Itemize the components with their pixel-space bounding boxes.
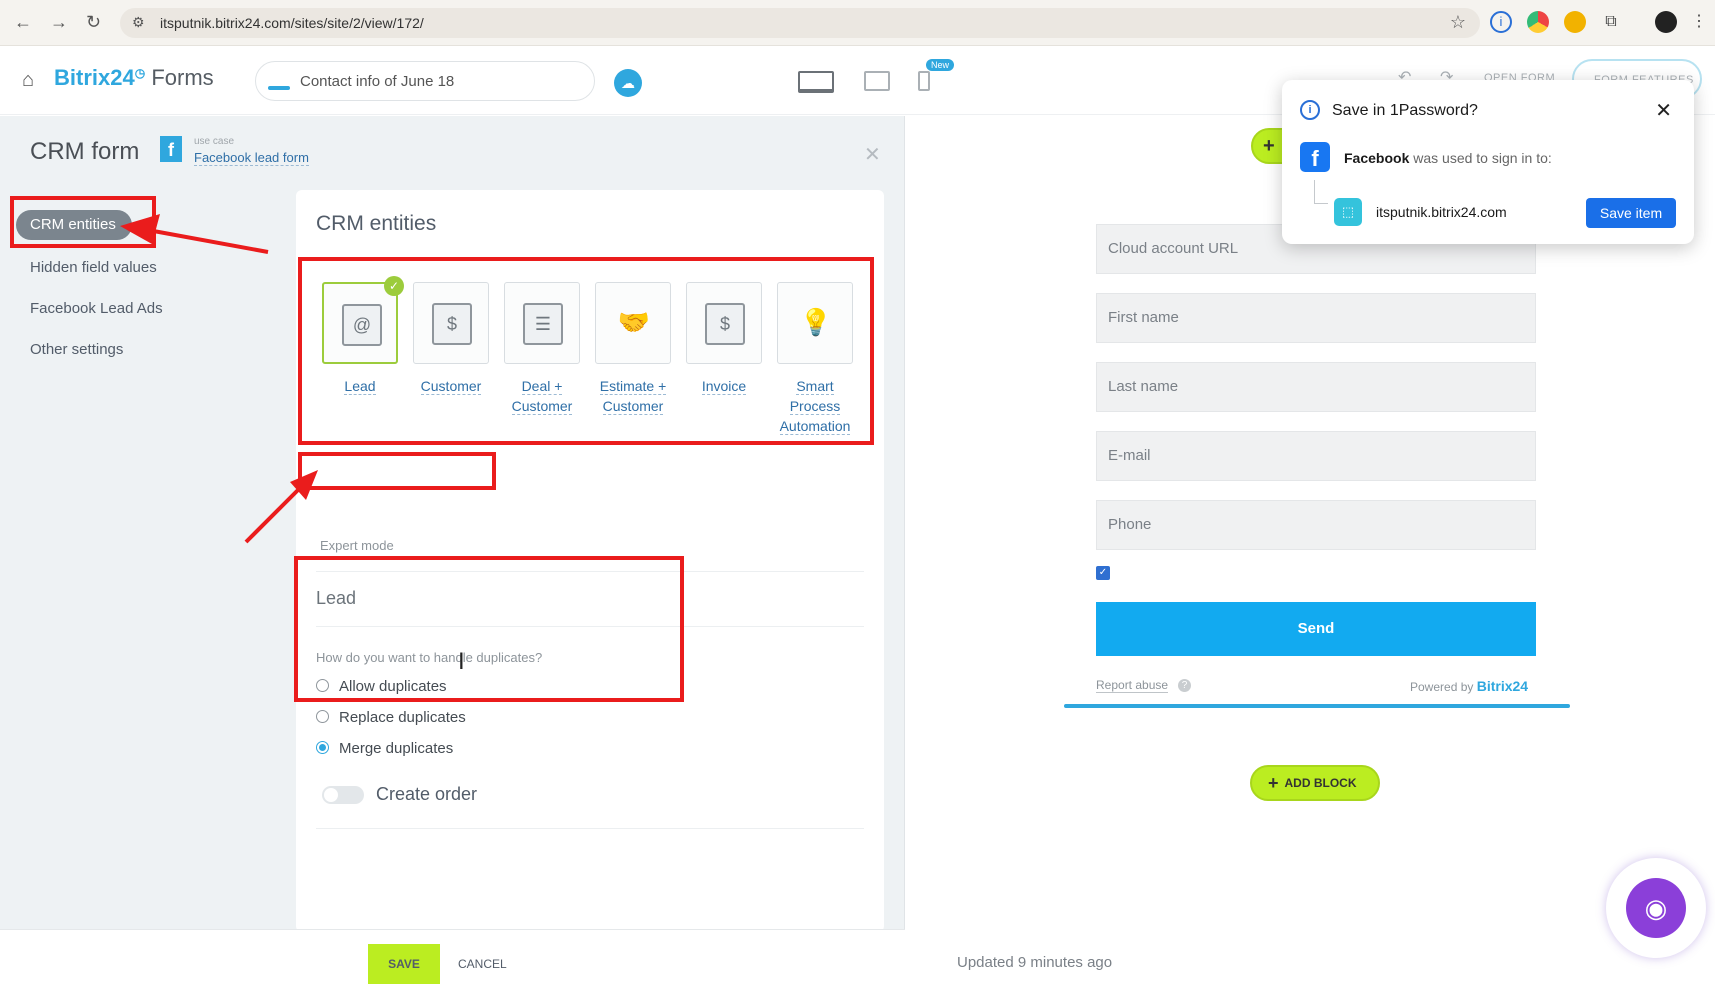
send-button[interactable]: Send (1096, 602, 1536, 656)
preview-field-first-name[interactable]: First name (1096, 293, 1536, 343)
dialog-message: Facebook was used to sign in to: (1344, 150, 1552, 166)
message-text: was used to sign in to: (1413, 150, 1552, 166)
preview-field-last-name[interactable]: Last name (1096, 362, 1536, 412)
arrow-head-menu (120, 214, 160, 244)
save-item-button[interactable]: Save item (1586, 198, 1676, 228)
powered-brand: Bitrix24 (1476, 678, 1529, 694)
close-icon[interactable]: ✕ (1655, 98, 1672, 123)
add-block-button[interactable]: + ADD BLOCK (1250, 765, 1380, 801)
assistant-eye-icon: ◉ (1626, 878, 1686, 938)
dialog-title: Save in 1Password? (1332, 102, 1478, 119)
form-bottom-border (1064, 704, 1570, 708)
add-block-label: ADD BLOCK (1284, 776, 1357, 790)
preview-field-email[interactable]: E-mail (1096, 431, 1536, 481)
site-name: itsputnik.bitrix24.com (1376, 204, 1507, 220)
field-placeholder: Last name (1108, 378, 1179, 395)
onepassword-logo-icon: i (1300, 100, 1320, 120)
onepassword-save-dialog: i Save in 1Password? ✕ f Facebook was us… (1282, 80, 1694, 244)
field-placeholder: First name (1108, 309, 1179, 326)
assistant-widget[interactable]: ◉ (1606, 858, 1706, 958)
updated-status: Updated 9 minutes ago (957, 954, 1113, 971)
provider-name: Facebook (1344, 150, 1410, 166)
field-placeholder: Phone (1108, 516, 1152, 533)
powered-by: Powered by Bitrix24 (1410, 678, 1528, 694)
preview-field-phone[interactable]: Phone (1096, 500, 1536, 550)
arrow-to-menu (147, 228, 269, 254)
field-placeholder: Cloud account URL (1108, 240, 1239, 257)
tree-connector (1314, 180, 1328, 204)
consent-checkbox[interactable]: ✓ (1096, 566, 1110, 580)
report-abuse-link[interactable]: Report abuse (1096, 678, 1169, 693)
facebook-logo-icon: f (1300, 142, 1330, 172)
field-placeholder: E-mail (1108, 447, 1151, 464)
site-key-icon: ⬚ (1334, 198, 1362, 226)
powered-by-label: Powered by (1410, 680, 1474, 694)
arrow-to-expert-mode (244, 486, 302, 544)
help-icon[interactable]: ? (1178, 679, 1191, 692)
